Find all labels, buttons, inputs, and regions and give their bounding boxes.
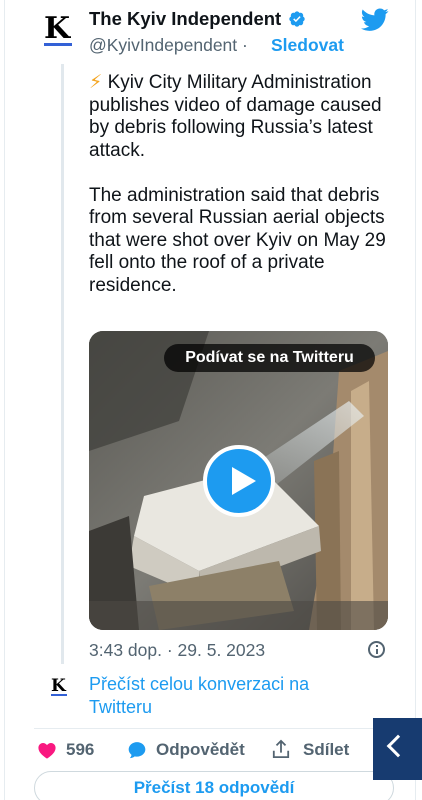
author-name[interactable]: The Kyiv Independent bbox=[89, 8, 281, 30]
handle-text: @KyivIndependent bbox=[89, 35, 238, 55]
reply-bubble-icon[interactable] bbox=[127, 740, 147, 760]
lightning-icon: ⚡ bbox=[89, 72, 103, 93]
read-replies-button[interactable]: Přečíst 18 odpovědí bbox=[34, 771, 394, 800]
reply-button[interactable]: Odpovědět bbox=[156, 740, 245, 760]
author-avatar[interactable]: K bbox=[44, 11, 76, 46]
tweet-text: ⚡ Kyiv City Military Administration publ… bbox=[89, 72, 395, 320]
conversation-avatar: K bbox=[51, 676, 69, 696]
author-handle[interactable]: @KyivIndependent · bbox=[89, 35, 248, 56]
play-icon[interactable] bbox=[203, 445, 275, 517]
twitter-bird-icon[interactable] bbox=[361, 8, 389, 32]
verified-badge-icon bbox=[289, 11, 305, 27]
divider bbox=[34, 728, 394, 729]
tweet-paragraph-1: ⚡ Kyiv City Military Administration publ… bbox=[89, 72, 395, 162]
avatar-underline bbox=[44, 43, 72, 46]
like-count[interactable]: 596 bbox=[66, 740, 94, 760]
tweet-paragraph-2: The administration said that debris from… bbox=[89, 184, 386, 296]
tweet-timestamp[interactable]: 3:43 dop. · 29. 5. 2023 bbox=[89, 640, 265, 661]
avatar-letter: K bbox=[44, 11, 71, 46]
share-button[interactable]: Sdílet bbox=[303, 740, 349, 760]
small-avatar-underline bbox=[51, 694, 67, 696]
handle-separator: · bbox=[242, 35, 248, 55]
info-icon[interactable] bbox=[368, 641, 385, 658]
read-conversation-link[interactable]: Přečíst celou konverzaci na Twitteru bbox=[89, 673, 359, 719]
heart-icon[interactable] bbox=[37, 741, 57, 759]
share-icon[interactable] bbox=[272, 739, 290, 759]
paragraph-1-text: Kyiv City Military Administration publis… bbox=[89, 72, 382, 161]
back-arrow-button[interactable] bbox=[373, 718, 422, 780]
watch-on-twitter-button[interactable]: Podívat se na Twitteru bbox=[164, 344, 375, 372]
small-avatar-letter: K bbox=[51, 676, 66, 696]
follow-button[interactable]: Sledovat bbox=[271, 35, 344, 56]
thread-line bbox=[61, 64, 64, 664]
chevron-left-icon bbox=[386, 734, 410, 758]
